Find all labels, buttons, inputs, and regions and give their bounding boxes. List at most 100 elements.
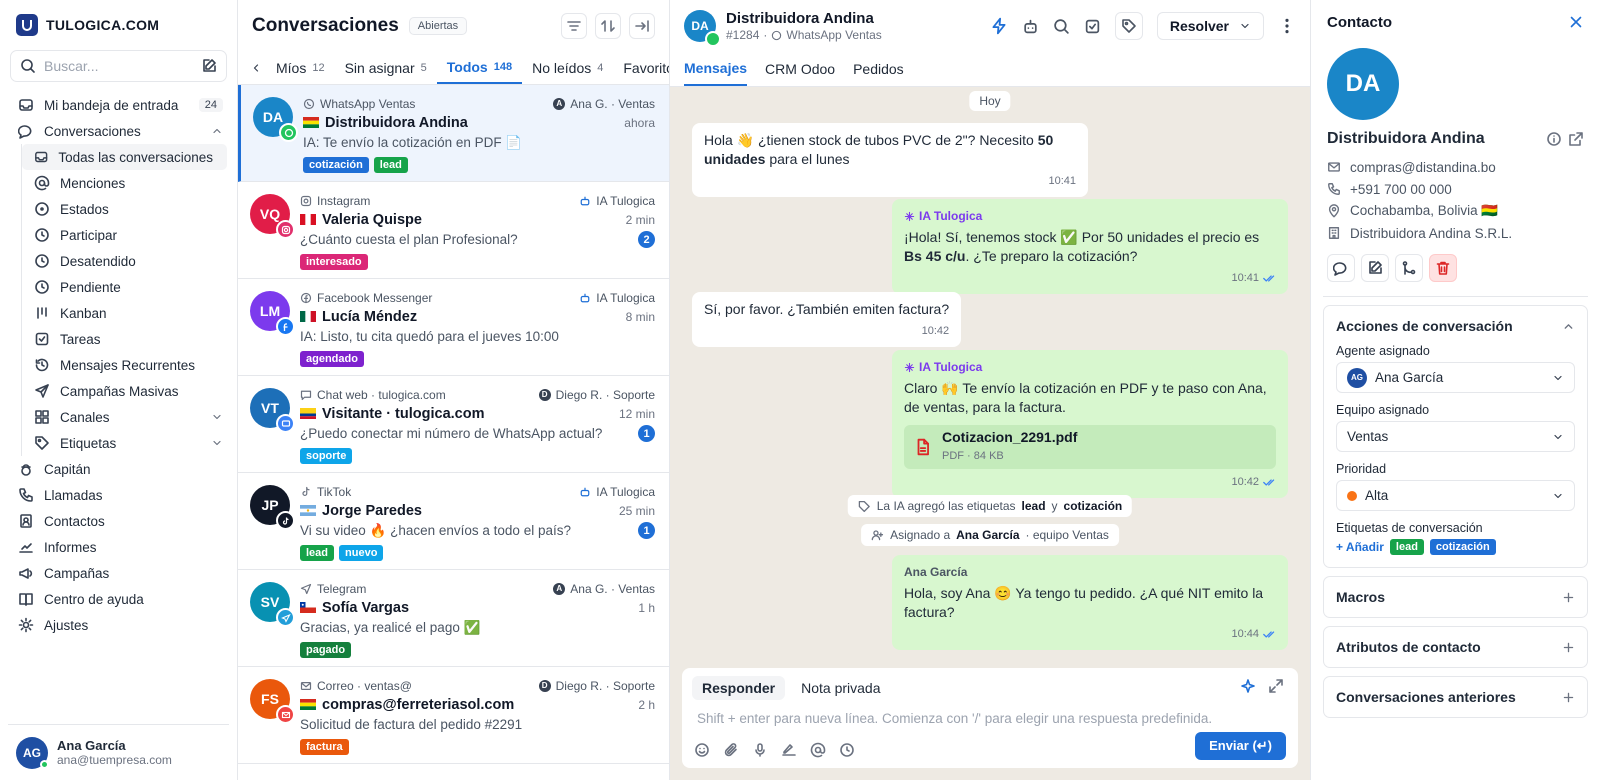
close-icon[interactable]: [1568, 14, 1584, 30]
sidebar-item-mentions[interactable]: Menciones: [22, 170, 237, 196]
delete-contact-button[interactable]: [1429, 254, 1457, 282]
conversation-actions-header[interactable]: Acciones de conversación: [1336, 318, 1575, 334]
sidebar-item-recurring[interactable]: Mensajes Recurrentes: [22, 352, 237, 378]
brand[interactable]: TULOGICA.COM: [0, 0, 237, 50]
sidebar-item-kanban[interactable]: Kanban: [22, 300, 237, 326]
sidebar-item-settings[interactable]: Ajustes: [0, 612, 237, 638]
tab-unassigned[interactable]: Sin asignar 5: [335, 52, 437, 84]
tab-crm-odoo[interactable]: CRM Odoo: [765, 52, 835, 86]
edit-contact-button[interactable]: [1361, 254, 1389, 282]
sidebar-item-contacts[interactable]: Contactos: [0, 508, 237, 534]
sidebar-item-calls[interactable]: Llamadas: [0, 482, 237, 508]
ai-sparkle-icon[interactable]: [1240, 678, 1256, 694]
sidebar-item-help-center[interactable]: Centro de ayuda: [0, 586, 237, 612]
conversation-item[interactable]: SV Telegram A Ana G. · Ventas Sofía Varga…: [238, 570, 669, 667]
mention-icon[interactable]: [810, 742, 826, 758]
avatar-initials: AG: [1351, 373, 1363, 382]
contact-email[interactable]: compras@distandina.bo: [1350, 160, 1496, 175]
tab-unread[interactable]: No leídos 4: [522, 52, 613, 84]
tab-favorites[interactable]: Favoritos: [613, 52, 669, 84]
sidebar-item-pending[interactable]: Pendiente: [22, 274, 237, 300]
merge-contact-button[interactable]: [1395, 254, 1423, 282]
macros-section[interactable]: Macros: [1323, 576, 1588, 618]
page-title: Conversaciones: [252, 15, 399, 36]
contact-phone[interactable]: +591 700 00 000: [1350, 182, 1452, 197]
megaphone-icon: [19, 568, 33, 579]
double-check-icon: [1263, 479, 1275, 486]
pdf-attachment[interactable]: Cotizacion_2291.pdf PDF · 84 KB: [904, 425, 1276, 469]
tag-icon: [1122, 19, 1136, 33]
assigned-agent-select[interactable]: AG Ana García: [1336, 362, 1575, 393]
emoji-icon[interactable]: [694, 742, 710, 758]
tab-count: 5: [420, 62, 427, 74]
tab-orders[interactable]: Pedidos: [853, 52, 904, 86]
conversation-item[interactable]: JP TikTok IA Tulogica Jorge Paredes 25 m…: [238, 473, 669, 570]
tab-mine[interactable]: Míos 12: [266, 52, 335, 84]
reply-mode-tab[interactable]: Responder: [692, 676, 786, 700]
expand-icon[interactable]: [1268, 678, 1284, 694]
sidebar-item-all-conversations[interactable]: Todas las conversaciones: [22, 144, 227, 170]
microphone-icon[interactable]: [752, 742, 768, 758]
sidebar-item-reports[interactable]: Informes: [0, 534, 237, 560]
bot-icon[interactable]: [1022, 18, 1039, 35]
external-link-icon[interactable]: [1568, 131, 1584, 147]
sidebar-item-unattended[interactable]: Desatendido: [22, 248, 237, 274]
private-note-tab[interactable]: Nota privada: [791, 676, 890, 700]
resolve-button[interactable]: Resolver: [1156, 12, 1264, 40]
sidebar-item-participate[interactable]: Participar: [22, 222, 237, 248]
sidebar-item-label: Participar: [60, 227, 118, 243]
assigned-team-select[interactable]: Ventas: [1336, 421, 1575, 452]
sidebar-item-campaigns[interactable]: Campañas: [0, 560, 237, 586]
status-filter[interactable]: Abiertas: [408, 17, 468, 35]
message-thread: Hoy Hola 👋 ¿tienen stock de tubos PVC de…: [670, 87, 1310, 780]
merge-icon: [1402, 261, 1416, 275]
channel-name: WhatsApp Ventas: [320, 96, 416, 111]
sidebar-item-tasks[interactable]: Tareas: [22, 326, 237, 352]
send-button[interactable]: Enviar (↵): [1195, 732, 1286, 760]
timestamp: ahora: [624, 115, 655, 130]
sidebar-item-captain[interactable]: Capitán: [0, 456, 237, 482]
new-message-button[interactable]: [1327, 254, 1355, 282]
chevron-up-icon: [1564, 323, 1573, 329]
schedule-clock-icon[interactable]: [839, 742, 855, 758]
lightning-icon[interactable]: [990, 17, 1008, 35]
current-user[interactable]: AG Ana García ana@tuempresa.com: [8, 724, 229, 780]
sidebar-item-channels[interactable]: Canales: [22, 404, 237, 430]
sidebar-item-label: Canales: [60, 409, 110, 425]
search-input[interactable]: Buscar...: [10, 50, 227, 82]
tab-messages[interactable]: Mensajes: [684, 52, 748, 86]
conversation-item[interactable]: LM Facebook Messenger IA Tulogica Lucía …: [238, 279, 669, 376]
conversation-item[interactable]: VT Chat web · tulogica.com D Diego R. · S…: [238, 376, 669, 473]
facebook-icon: [276, 317, 295, 336]
chat-contact-avatar[interactable]: DA: [684, 10, 721, 47]
filter-button[interactable]: [561, 13, 587, 39]
argentina-flag-icon: [300, 505, 316, 516]
sort-button[interactable]: [595, 13, 621, 39]
previous-conversations-section[interactable]: Conversaciones anteriores: [1323, 676, 1588, 718]
search-icon[interactable]: [1053, 18, 1070, 35]
label-button[interactable]: [1114, 12, 1143, 40]
sidebar-item-conversations[interactable]: Conversaciones: [0, 118, 237, 144]
info-icon[interactable]: [1546, 131, 1562, 147]
compose-icon[interactable]: [201, 58, 217, 74]
signature-icon[interactable]: [781, 742, 797, 758]
contact-attributes-section[interactable]: Atributos de contacto: [1323, 626, 1588, 668]
conversation-item[interactable]: VQ Instagram IA Tulogica Valeria Quispe …: [238, 182, 669, 279]
tabs-scroll-left[interactable]: [246, 52, 266, 84]
conversation-item[interactable]: FS Correo · ventas@ D Diego R. · Soporte …: [238, 667, 669, 764]
colombia-flag-icon: [300, 408, 316, 419]
priority-select[interactable]: Alta: [1336, 480, 1575, 511]
sidebar-item-inbox[interactable]: Mi bandeja de entrada 24: [0, 92, 237, 118]
message-input[interactable]: Shift + enter para nueva línea. Comienza…: [682, 700, 1298, 726]
sidebar-item-states[interactable]: Estados: [22, 196, 237, 222]
more-vertical-icon[interactable]: [1278, 17, 1296, 35]
channel-name: Telegram: [317, 581, 367, 596]
add-label-link[interactable]: + Añadir: [1336, 540, 1384, 554]
sidebar-item-labels[interactable]: Etiquetas: [22, 430, 237, 456]
tab-all[interactable]: Todos 148: [436, 52, 523, 84]
task-check-icon[interactable]: [1084, 18, 1101, 35]
collapse-button[interactable]: [629, 13, 655, 39]
sidebar-item-mass-campaigns[interactable]: Campañas Masivas: [22, 378, 237, 404]
conversation-item[interactable]: DA WhatsApp Ventas A Ana G. · Ventas Dist…: [238, 85, 669, 182]
attachment-icon[interactable]: [723, 742, 739, 758]
